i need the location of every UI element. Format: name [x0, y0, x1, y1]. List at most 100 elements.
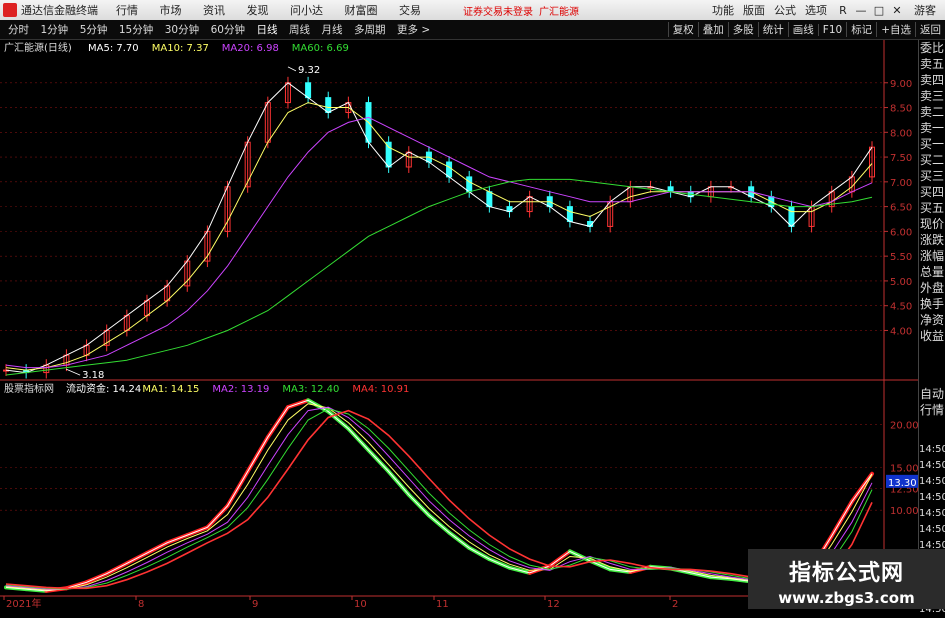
tab-60min[interactable]: 60分钟 — [211, 24, 245, 36]
ma-line-ma10 — [5, 102, 873, 371]
tab-30min[interactable]: 30分钟 — [165, 24, 199, 36]
sidebar-lower: 自动 行情 — [919, 386, 945, 418]
menu-item-xuanxiang[interactable]: 选项 — [805, 2, 827, 18]
sidebar-item-buy3[interactable]: 买三 — [919, 168, 945, 184]
back-button[interactable]: 返回 — [915, 22, 945, 37]
sidebar-item-turnover[interactable]: 换手 — [919, 296, 945, 312]
sidebar-item-buy5[interactable]: 买五 — [919, 200, 945, 216]
main-legend-item: MA5: 7.70 — [88, 43, 139, 54]
tick-time: 14:50 — [919, 444, 945, 455]
tab-weekly[interactable]: 周线 — [289, 24, 310, 36]
ma-line-ma5 — [5, 82, 873, 374]
watermark-url: www.zbgs3.com — [778, 589, 915, 607]
close-button[interactable]: ✕ — [890, 4, 904, 17]
menu-item-wenxiaoda[interactable]: 问小达 — [290, 4, 323, 17]
sidebar-item-price[interactable]: 现价 — [919, 216, 945, 232]
menu-item-shichang[interactable]: 市场 — [160, 4, 182, 17]
tab-daily[interactable]: 日线 — [257, 24, 278, 36]
menu-item-gongneng[interactable]: 功能 — [712, 2, 734, 18]
low-annotation: 3.18 — [82, 370, 104, 381]
candle-body — [466, 176, 473, 193]
sidebar-item-sell1[interactable]: 卖一 — [919, 120, 945, 136]
sidebar-item-auto[interactable]: 自动 — [919, 386, 945, 402]
chart-area[interactable]: 9.00 8.50 8.00 7.50 7.00 6.50 6.00 5.50 5.00 4.50… — [0, 40, 919, 610]
price-tick-label: 5.00 — [890, 277, 912, 288]
overlay-button[interactable]: 叠加 — [697, 22, 728, 37]
sidebar-item-nav[interactable]: 净资 — [919, 312, 945, 328]
sidebar-item-buy2[interactable]: 买二 — [919, 152, 945, 168]
sidebar-item-income[interactable]: 收益 — [919, 328, 945, 344]
sidebar-item-sell2[interactable]: 卖二 — [919, 104, 945, 120]
sidebar-item-buy1[interactable]: 买一 — [919, 136, 945, 152]
tab-15min[interactable]: 15分钟 — [119, 24, 153, 36]
tick-time: 14:50 — [919, 460, 945, 471]
login-notice[interactable]: 证券交易未登录 — [463, 3, 533, 18]
tab-more[interactable]: 更多 > — [397, 24, 430, 36]
date-tick-label: 2021年 — [6, 597, 41, 609]
menu-item-jiaoyi[interactable]: 交易 — [399, 4, 421, 17]
menu-item-caifuquan[interactable]: 财富圈 — [345, 4, 378, 17]
tab-fenshi[interactable]: 分时 — [8, 24, 29, 36]
sub-tick-label: 15.00 — [890, 463, 918, 474]
statistics-button[interactable]: 统计 — [757, 22, 788, 37]
multi-stock-button[interactable]: 多股 — [727, 22, 758, 37]
sidebar-item-weibi[interactable]: 委比 — [919, 40, 945, 56]
chart-tools: 复权 叠加 多股 统计 画线 F10 标记 +自选 返回 — [667, 20, 945, 39]
date-tick-label: 11 — [436, 599, 449, 609]
app-logo-icon — [3, 3, 17, 17]
mark-button[interactable]: 标记 — [846, 22, 876, 37]
main-legend-item: MA10: 7.37 — [152, 43, 209, 54]
main-legend-item: MA20: 6.98 — [222, 43, 279, 54]
candle-body — [385, 141, 392, 168]
kline-chart-svg[interactable]: 9.00 8.50 8.00 7.50 7.00 6.50 6.00 5.50 5.00 4.50… — [0, 40, 919, 610]
sidebar-item-volume[interactable]: 总量 — [919, 264, 945, 280]
fuquan-button[interactable]: 复权 — [667, 22, 698, 37]
menu-item-gongshi[interactable]: 公式 — [774, 2, 796, 18]
app-name: 通达信金融终端 — [21, 4, 98, 17]
candle-body — [788, 206, 795, 227]
sub-line-1 — [5, 403, 873, 591]
watermark-title: 指标公式网 — [788, 561, 904, 586]
date-tick-label: 10 — [354, 599, 367, 609]
sub-line-4 — [5, 409, 873, 590]
right-menu: 功能 版面 公式 选项 R — □ ✕ 游客 — [712, 0, 945, 20]
sub-line-3 — [5, 408, 873, 590]
maximize-button[interactable]: □ — [872, 4, 886, 17]
sidebar-item-pct[interactable]: 涨幅 — [919, 248, 945, 264]
add-favorite-button[interactable]: +自选 — [876, 22, 915, 37]
sidebar-item-sell3[interactable]: 卖三 — [919, 88, 945, 104]
sidebar-item-quote[interactable]: 行情 — [919, 402, 945, 418]
tick-time: 14:50 — [919, 476, 945, 487]
sidebar-item-outer[interactable]: 外盘 — [919, 280, 945, 296]
menu-item-zixun[interactable]: 资讯 — [203, 4, 225, 17]
sidebar-item-buy4[interactable]: 买四 — [919, 184, 945, 200]
menu-item-hangqing[interactable]: 行情 — [116, 4, 138, 17]
menu-item-faxian[interactable]: 发现 — [247, 4, 269, 17]
title-bar: 通达信金融终端 行情 市场 资讯 发现 问小达 财富圈 交易 证券交易未登录 广… — [0, 0, 945, 20]
sidebar-item-change[interactable]: 涨跌 — [919, 232, 945, 248]
minimize-button[interactable]: — — [854, 4, 868, 17]
tab-5min[interactable]: 5分钟 — [80, 24, 108, 36]
stock-name-title: 广汇能源 — [539, 6, 579, 18]
sidebar-item-sell4[interactable]: 卖四 — [919, 72, 945, 88]
tab-monthly[interactable]: 月线 — [322, 24, 343, 36]
ma-line-ma60 — [5, 178, 873, 376]
restore-r-button[interactable]: R — [836, 4, 850, 17]
draw-line-button[interactable]: 画线 — [787, 22, 818, 37]
high-marker — [287, 66, 297, 72]
date-tick-label: 9 — [252, 599, 258, 609]
menu-item-banmian[interactable]: 版面 — [743, 2, 765, 18]
date-tick-label: 8 — [138, 599, 144, 609]
guest-label[interactable]: 游客 — [914, 2, 936, 18]
price-tick-label: 6.50 — [890, 203, 912, 214]
sidebar-item-sell5[interactable]: 卖五 — [919, 56, 945, 72]
sub-chart-title: 股票指标网 — [4, 382, 54, 395]
date-tick-label: 2 — [672, 599, 678, 609]
period-tabs: 分时 1分钟 5分钟 15分钟 30分钟 60分钟 日线 周线 月线 多周期 更… — [0, 22, 430, 37]
tab-1min[interactable]: 1分钟 — [41, 24, 69, 36]
main-menu: 行情 市场 资讯 发现 问小达 财富圈 交易 — [116, 2, 439, 18]
tab-multi-period[interactable]: 多周期 — [354, 24, 386, 36]
price-tick-label: 9.00 — [890, 79, 912, 90]
f10-button[interactable]: F10 — [817, 23, 846, 36]
price-tick-label: 4.00 — [890, 326, 912, 337]
